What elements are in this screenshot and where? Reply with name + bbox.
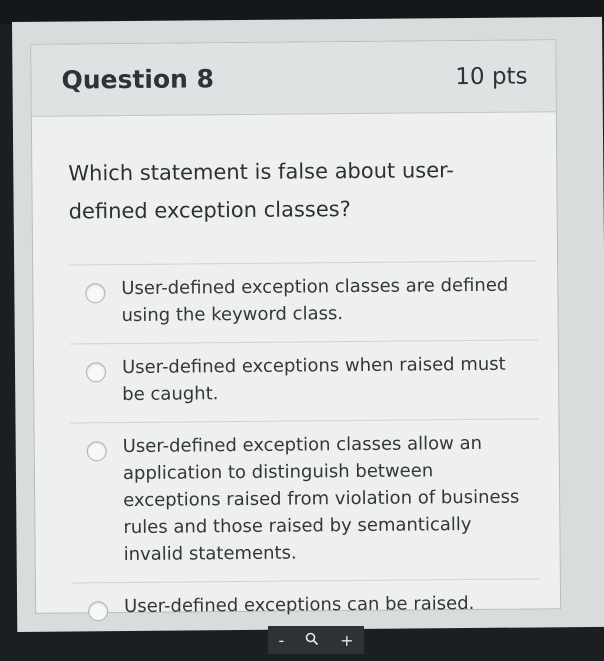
radio-button-icon[interactable]	[85, 283, 106, 304]
radio-button-icon[interactable]	[88, 601, 109, 622]
question-header: Question 8 10 pts	[31, 40, 556, 117]
answer-label: User-defined exception classes allow an …	[122, 432, 520, 566]
radio-button-icon[interactable]	[86, 441, 107, 462]
answer-option-3[interactable]: User-defined exception classes allow an …	[70, 418, 540, 583]
zoom-in-button[interactable]: +	[340, 631, 353, 650]
magnifier-icon[interactable]	[305, 631, 319, 650]
answer-label: User-defined exception classes are defin…	[121, 274, 509, 327]
zoom-out-button[interactable]: -	[278, 631, 284, 650]
question-points: 10 pts	[455, 63, 528, 90]
question-title: Question 8	[61, 64, 215, 95]
answer-option-1[interactable]: User-defined exception classes are defin…	[69, 260, 538, 344]
question-text: Which statement is false about user-defi…	[68, 158, 455, 224]
answer-list: User-defined exception classes are defin…	[69, 260, 541, 636]
answer-label: User-defined exceptions when raised must…	[121, 353, 506, 406]
answer-option-2[interactable]: User-defined exceptions when raised must…	[69, 339, 539, 423]
radio-button-icon[interactable]	[85, 362, 107, 383]
quiz-page: Question 8 10 pts Which statement is fal…	[12, 16, 604, 636]
zoom-toolbar: - +	[268, 626, 364, 654]
question-card: Question 8 10 pts Which statement is fal…	[30, 39, 562, 636]
answer-label: User-defined exceptions can be raised.	[124, 592, 475, 618]
